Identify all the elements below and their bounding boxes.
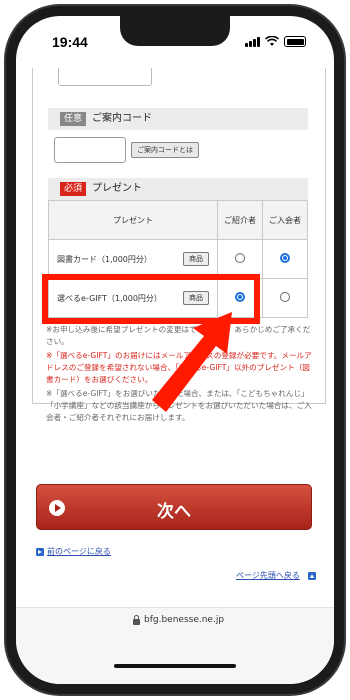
member-radio-cell[interactable] [262,278,308,318]
home-indicator [114,664,236,668]
referral-code-help-button[interactable]: ご案内コードとは [131,142,199,158]
member-radio-cell[interactable] [262,239,308,279]
member-radio[interactable] [280,292,290,302]
present-name: 図書カード（1,000円分） [57,254,152,264]
table-header-row: プレゼント ご紹介者 ご入会者 [48,200,308,240]
page-top-link[interactable]: ページ先頭へ戻る [236,570,300,581]
wifi-icon [265,36,279,46]
present-header: 必須 プレゼント [48,178,308,200]
battery-icon [284,36,306,47]
present-title: プレゼント [92,183,142,194]
previous-input-field[interactable] [58,68,152,86]
annotation-highlight-box [42,274,260,324]
next-button[interactable]: 次へ [36,484,312,530]
phone-frame: 19:44 任意 ご案内コード ご案内コードとは 必須 プレゼント プレゼント … [0,0,350,700]
header-member: ご入会者 [262,200,308,240]
page-content: 任意 ご案内コード ご案内コードとは 必須 プレゼント プレゼント ご紹介者 ご… [16,68,334,608]
present-cell: 図書カード（1,000円分） 商品 [48,239,218,279]
browser-bottom-bar: bfg.benesse.ne.jp [16,607,334,684]
status-time: 19:44 [52,34,88,50]
note-text: ※お申し込み後に希望プレゼントの変更はできません。あらかじめご了承ください。 [46,325,311,346]
back-link[interactable]: 前のページに戻る [47,546,111,557]
referrer-radio-cell[interactable] [217,239,263,279]
notch [120,16,230,46]
referrer-radio[interactable] [235,253,245,263]
page-top-icon [308,572,316,580]
next-button-label: 次へ [157,502,191,522]
signal-icon [245,36,260,47]
referral-code-title: ご案内コード [92,113,152,124]
url-text[interactable]: bfg.benesse.ne.jp [144,615,224,625]
product-button[interactable]: 商品 [183,252,209,266]
optional-tag: 任意 [60,112,87,126]
note-text: ※「選べるe-GIFT」をお選びいただいた場合、または、「こどもちゃれんじ」「小… [46,389,312,422]
referral-code-header: 任意 ご案内コード [48,108,308,130]
back-link-icon [36,548,44,556]
header-present: プレゼント [48,200,218,240]
member-radio-selected[interactable] [280,253,290,263]
screen: 19:44 任意 ご案内コード ご案内コードとは 必須 プレゼント プレゼント … [16,16,334,684]
required-tag: 必須 [60,182,87,196]
status-icons [245,36,306,47]
referral-code-input[interactable] [54,137,126,163]
header-referrer: ご紹介者 [217,200,263,240]
lock-icon [133,615,140,625]
notes: ※お申し込み後に希望プレゼントの変更はできません。あらかじめご了承ください。 ※… [46,324,312,426]
table-row: 図書カード（1,000円分） 商品 [48,239,308,279]
note-text-warning: ※「選べるe-GIFT」のお届けにはメールアドレスの登録が必要です。メールアドレ… [46,351,312,384]
status-bar: 19:44 [16,16,334,68]
